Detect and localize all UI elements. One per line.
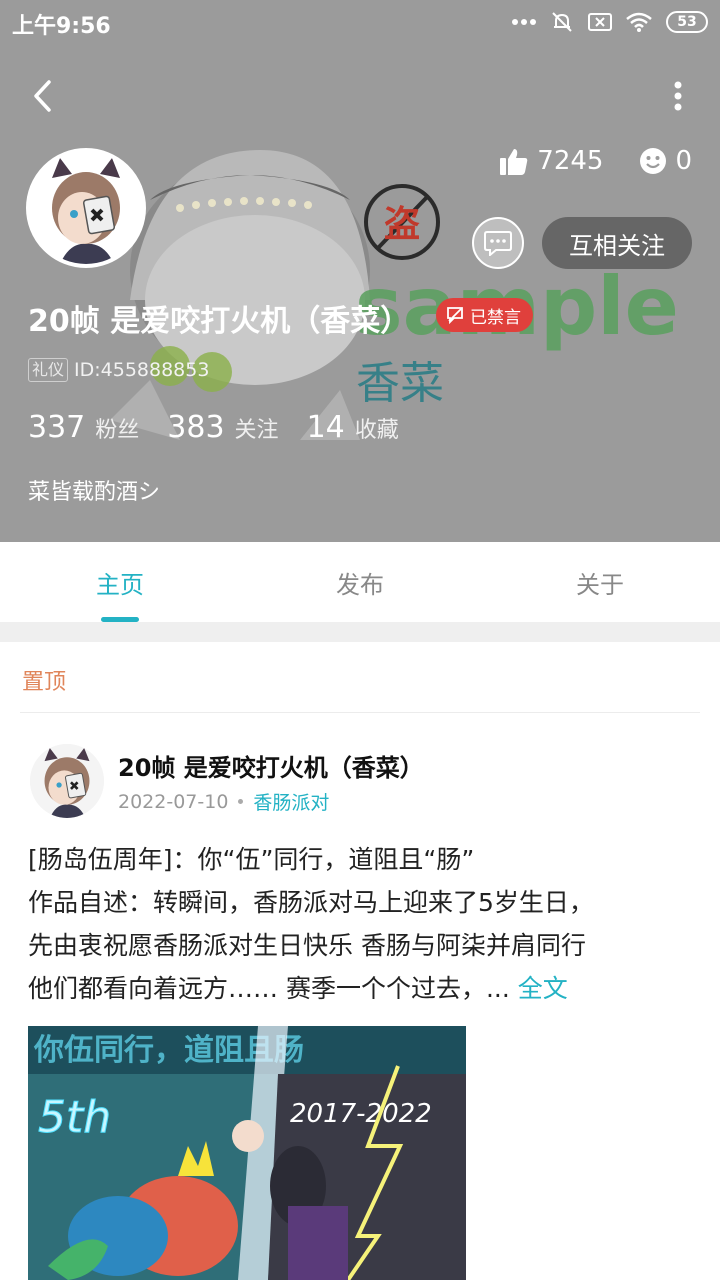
post-date: 2022-07-10 <box>118 790 229 813</box>
post-topic-link[interactable]: 香肠派对 <box>253 788 329 815</box>
user-id: ID:455888853 <box>74 359 210 381</box>
post-body[interactable]: [肠岛伍周年]：你“伍”同行，道阻且“肠” 作品自述：转瞬间，香肠派对马上迎来了… <box>28 838 698 1010</box>
bell-muted-icon <box>550 10 574 34</box>
banner-artwork: 盗 sample 香菜 <box>110 150 679 440</box>
dots-icon <box>512 18 536 26</box>
chevron-left-icon <box>34 80 51 112</box>
favorites-label: 收藏 <box>354 418 399 443</box>
smiley-icon <box>640 148 667 174</box>
back-button[interactable] <box>18 70 66 122</box>
battery-icon: 53 <box>666 11 708 33</box>
banned-badge-label: 已禁言 <box>470 307 521 328</box>
read-more-link[interactable]: 全文 <box>518 974 568 1003</box>
image-year-text: 2017-2022 <box>290 1099 432 1129</box>
tab-posts[interactable]: 发布 <box>240 542 480 622</box>
tab-home[interactable]: 主页 <box>0 542 240 622</box>
post-line: 他们都看向着远方…… 赛季一个个过去，... 全文 <box>28 967 698 1010</box>
fans-count: 337 <box>28 410 86 445</box>
chat-bubble-icon <box>484 231 512 256</box>
mutual-follow-button[interactable]: 互相关注 <box>542 217 692 269</box>
post-line-text: 他们都看向着远方…… 赛季一个个过去，... <box>28 974 518 1003</box>
post-author-avatar[interactable] <box>30 744 104 818</box>
avatar[interactable] <box>26 148 146 268</box>
post-line: 作品自述：转瞬间，香肠派对马上迎来了5岁生日， <box>28 888 594 917</box>
post-image[interactable]: 你伍同行，道阻且肠 5th 2017-2022 <box>28 1026 466 1280</box>
status-icons: 53 <box>512 8 708 36</box>
banner-stamp-text: 盗 <box>384 204 420 245</box>
post-avatar-image <box>30 744 104 818</box>
message-button[interactable] <box>472 217 524 269</box>
likes-stat[interactable]: 7245 <box>499 146 603 176</box>
following-stat[interactable]: 383 关注 <box>167 410 278 445</box>
post-image-art: 你伍同行，道阻且肠 5th 2017-2022 <box>28 1026 466 1280</box>
post-author-name[interactable]: 20帧 是爱咬打火机（香菜） <box>118 748 424 783</box>
profile-signature: 菜皆载酌酒シ <box>28 480 161 505</box>
post-meta: 2022-07-10 香肠派对 <box>118 788 329 815</box>
thumbs-up-icon <box>500 149 528 175</box>
favorites-stat[interactable]: 14 收藏 <box>307 410 399 445</box>
profile-username: 20帧 是爱咬打火机（香菜） <box>28 304 411 339</box>
vertical-dots-icon <box>674 81 682 111</box>
more-options-button[interactable] <box>666 74 690 118</box>
following-count: 383 <box>167 410 225 445</box>
post-line: 先由衷祝愿香肠派对生日快乐 香肠与阿柒并肩同行 <box>28 931 586 960</box>
following-label: 关注 <box>234 418 279 443</box>
wifi-icon <box>626 12 652 32</box>
smiles-count: 0 <box>675 146 692 176</box>
muted-chat-icon <box>447 307 463 324</box>
profile-reactions: 7245 0 <box>499 146 692 176</box>
post-line: [肠岛伍周年]：你“伍”同行，道阻且“肠” <box>28 845 475 874</box>
etiquette-tag: 礼仪 <box>28 358 69 382</box>
user-id-row: 礼仪 ID:455888853 <box>28 358 209 382</box>
sim-off-icon <box>588 12 612 32</box>
profile-header: 盗 sample 香菜 上午9:56 53 <box>0 0 720 542</box>
profile-tabs: 主页 发布 关于 <box>0 542 720 622</box>
pinned-label: 置顶 <box>22 670 67 695</box>
banned-badge: 已禁言 <box>436 298 533 332</box>
image-5th-text: 5th <box>38 1092 111 1143</box>
status-bar: 上午9:56 53 <box>0 0 720 44</box>
fans-stat[interactable]: 337 粉丝 <box>28 410 139 445</box>
fans-label: 粉丝 <box>95 418 140 443</box>
banner-sub-text: 香菜 <box>356 358 444 409</box>
favorites-count: 14 <box>306 410 345 445</box>
status-time: 上午9:56 <box>12 14 111 39</box>
follow-stats: 337 粉丝 383 关注 14 收藏 <box>28 410 399 445</box>
pinned-divider <box>20 712 700 713</box>
likes-count: 7245 <box>537 146 604 176</box>
tab-about[interactable]: 关于 <box>480 542 720 622</box>
section-divider <box>0 622 720 642</box>
smiles-stat[interactable]: 0 <box>639 146 692 176</box>
meta-dot <box>238 799 244 804</box>
avatar-image <box>30 152 142 264</box>
